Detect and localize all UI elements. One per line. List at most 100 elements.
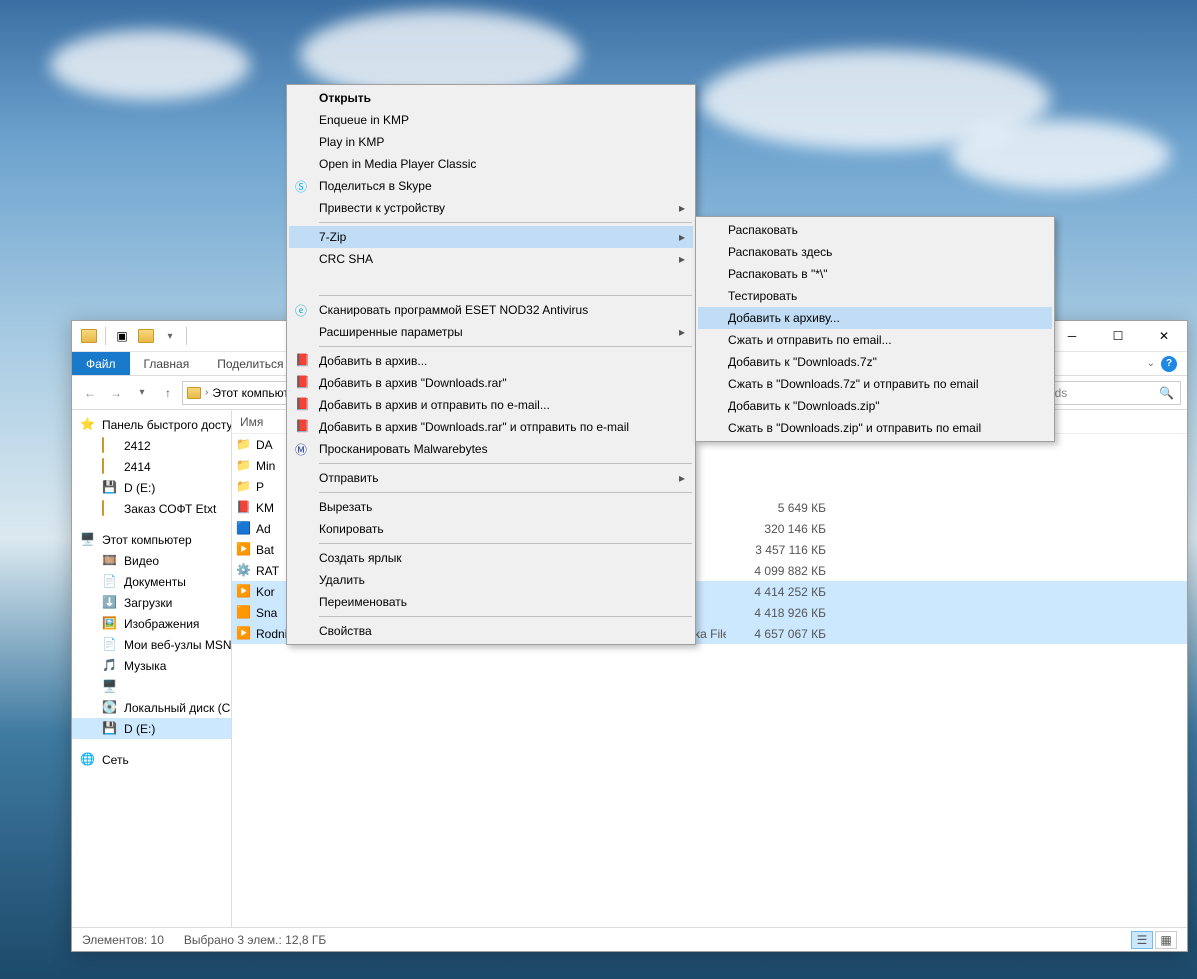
menu-cut[interactable]: Вырезать bbox=[289, 496, 693, 518]
qat-properties-icon[interactable]: ▣ bbox=[111, 325, 133, 347]
submenu-add-zip[interactable]: Добавить к "Downloads.zip" bbox=[698, 395, 1052, 417]
sidebar-item[interactable]: ⬇️Загрузки bbox=[72, 592, 231, 613]
menu-advanced[interactable]: Расширенные параметры▸ bbox=[289, 321, 693, 343]
sidebar-item[interactable]: 🎵Музыка bbox=[72, 655, 231, 676]
file-size: 4 657 067 КБ bbox=[726, 627, 826, 641]
file-size: 5 649 КБ bbox=[726, 501, 826, 515]
drive-icon: 💾 bbox=[102, 480, 118, 496]
submenu-compress-zip-email[interactable]: Сжать в "Downloads.zip" и отправить по e… bbox=[698, 417, 1052, 439]
menu-malwarebytes[interactable]: ⓂПросканировать Malwarebytes bbox=[289, 438, 693, 460]
submenu-extract[interactable]: Распаковать bbox=[698, 219, 1052, 241]
navigation-pane: ⭐ Панель быстрого доступа 2412 2414 💾D (… bbox=[72, 410, 232, 927]
drive-icon: 💾 bbox=[102, 721, 118, 737]
skype-icon: Ⓢ bbox=[295, 178, 311, 194]
sidebar-item[interactable]: Заказ СОФТ Etxt bbox=[72, 498, 231, 519]
sidebar-item[interactable]: 🖥️ bbox=[72, 676, 231, 697]
submenu-add-archive[interactable]: Добавить к архиву... bbox=[698, 307, 1052, 329]
back-button[interactable]: ← bbox=[78, 381, 102, 405]
sidebar-item[interactable]: 📄Документы bbox=[72, 571, 231, 592]
help-icon[interactable]: ? bbox=[1161, 356, 1177, 372]
close-button[interactable]: ✕ bbox=[1141, 321, 1187, 351]
menu-rar-email[interactable]: 📕Добавить в архив и отправить по e-mail.… bbox=[289, 394, 693, 416]
file-icon: ▶️ bbox=[236, 584, 252, 600]
notepad �</span><span data-bind= bbox=[295, 273, 311, 289]
file-icon: ▶️ bbox=[236, 626, 252, 642]
submenu-test[interactable]: Тестировать bbox=[698, 285, 1052, 307]
image-icon: 🖼️ bbox=[102, 616, 118, 632]
download-icon: ⬇️ bbox=[102, 595, 118, 611]
folder-icon bbox=[78, 325, 100, 347]
context-menu: Открыть Enqueue in KMP Play in KMP Open … bbox=[286, 84, 696, 645]
menu-open[interactable]: Открыть bbox=[289, 87, 693, 109]
sidebar-item[interactable]: 💾D (E:) bbox=[72, 477, 231, 498]
folder-icon bbox=[102, 459, 118, 475]
desktop-icon: 🖥️ bbox=[102, 679, 118, 695]
menu-7zip[interactable]: 7-Zip▸ bbox=[289, 226, 693, 248]
tab-share[interactable]: Поделиться bbox=[203, 352, 297, 375]
menu-delete[interactable]: Удалить bbox=[289, 569, 693, 591]
up-button[interactable]: ↑ bbox=[156, 381, 180, 405]
sidebar-network[interactable]: 🌐Сеть bbox=[72, 749, 231, 770]
qat-newfolder-icon[interactable] bbox=[135, 325, 157, 347]
menu-eset[interactable]: ⓔСканировать программой ESET NOD32 Antiv… bbox=[289, 299, 693, 321]
sidebar-this-pc[interactable]: 🖥️Этот компьютер bbox=[72, 529, 231, 550]
view-icons-button[interactable]: ▦ bbox=[1155, 931, 1177, 949]
file-size: 4 099 882 КБ bbox=[726, 564, 826, 578]
menu-skype[interactable]: ⓈПоделиться в Skype bbox=[289, 175, 693, 197]
menu-notepadpp[interactable] bbox=[289, 270, 693, 292]
sidebar-quick-access[interactable]: ⭐ Панель быстрого доступа bbox=[72, 414, 231, 435]
qat-customize-icon[interactable]: ▾ bbox=[159, 325, 181, 347]
file-icon: 📕 bbox=[236, 500, 252, 516]
menu-copy[interactable]: Копировать bbox=[289, 518, 693, 540]
folder-icon bbox=[102, 438, 118, 454]
tab-home[interactable]: Главная bbox=[130, 352, 204, 375]
ribbon-expand-icon[interactable]: ⌄ bbox=[1147, 358, 1155, 369]
menu-sendto[interactable]: Отправить▸ bbox=[289, 467, 693, 489]
winrar-icon: 📕 bbox=[295, 375, 311, 391]
sidebar-item[interactable]: 🖼️Изображения bbox=[72, 613, 231, 634]
submenu-compress-email[interactable]: Сжать и отправить по email... bbox=[698, 329, 1052, 351]
submenu-compress-7z-email[interactable]: Сжать в "Downloads.7z" и отправить по em… bbox=[698, 373, 1052, 395]
document-icon: 📄 bbox=[102, 637, 118, 653]
minimize-button[interactable]: ─ bbox=[1049, 321, 1095, 351]
submenu-extract-to[interactable]: Распаковать в "*\" bbox=[698, 263, 1052, 285]
sidebar-item[interactable]: 🎞️Видео bbox=[72, 550, 231, 571]
menu-play-kmp[interactable]: Play in KMP bbox=[289, 131, 693, 153]
menu-rename[interactable]: Переименовать bbox=[289, 591, 693, 613]
menu-enqueue-kmp[interactable]: Enqueue in KMP bbox=[289, 109, 693, 131]
tab-file[interactable]: Файл bbox=[72, 352, 130, 375]
submenu-add-7z[interactable]: Добавить к "Downloads.7z" bbox=[698, 351, 1052, 373]
history-dropdown[interactable]: ▾ bbox=[130, 381, 154, 405]
menu-properties[interactable]: Свойства bbox=[289, 620, 693, 642]
view-details-button[interactable]: ☰ bbox=[1131, 931, 1153, 949]
file-icon: 📁 bbox=[236, 437, 252, 453]
chevron-right-icon: ▸ bbox=[679, 325, 685, 339]
sidebar-item[interactable]: 2412 bbox=[72, 435, 231, 456]
file-size: 4 418 926 КБ bbox=[726, 606, 826, 620]
menu-open-mpc[interactable]: Open in Media Player Classic bbox=[289, 153, 693, 175]
folder-icon bbox=[102, 501, 118, 517]
forward-button[interactable]: → bbox=[104, 381, 128, 405]
winrar-icon: 📕 bbox=[295, 397, 311, 413]
eset-icon: ⓔ bbox=[295, 302, 311, 318]
sidebar-item[interactable]: 💾D (E:) bbox=[72, 718, 231, 739]
sidebar-item[interactable]: 2414 bbox=[72, 456, 231, 477]
file-icon: ⚙️ bbox=[236, 563, 252, 579]
search-icon[interactable]: 🔍 bbox=[1159, 386, 1174, 400]
menu-crc[interactable]: CRC SHA▸ bbox=[289, 248, 693, 270]
file-size: 320 146 КБ bbox=[726, 522, 826, 536]
menu-cast[interactable]: Привести к устройству▸ bbox=[289, 197, 693, 219]
sidebar-item[interactable]: 📄Мои веб-узлы MSN bbox=[72, 634, 231, 655]
sidebar-item[interactable]: 💽Локальный диск (C:) bbox=[72, 697, 231, 718]
status-selection: Выбрано 3 элем.: 12,8 ГБ bbox=[184, 933, 326, 947]
submenu-extract-here[interactable]: Распаковать здесь bbox=[698, 241, 1052, 263]
folder-icon bbox=[187, 387, 201, 399]
maximize-button[interactable]: ☐ bbox=[1095, 321, 1141, 351]
menu-shortcut[interactable]: Создать ярлык bbox=[289, 547, 693, 569]
menu-rar-add[interactable]: 📕Добавить в архив... bbox=[289, 350, 693, 372]
menu-rar-named-email[interactable]: 📕Добавить в архив "Downloads.rar" и отпр… bbox=[289, 416, 693, 438]
video-icon: 🎞️ bbox=[102, 553, 118, 569]
file-icon: 📁 bbox=[236, 479, 252, 495]
menu-rar-add-named[interactable]: 📕Добавить в архив "Downloads.rar" bbox=[289, 372, 693, 394]
file-icon: 🟧 bbox=[236, 605, 252, 621]
